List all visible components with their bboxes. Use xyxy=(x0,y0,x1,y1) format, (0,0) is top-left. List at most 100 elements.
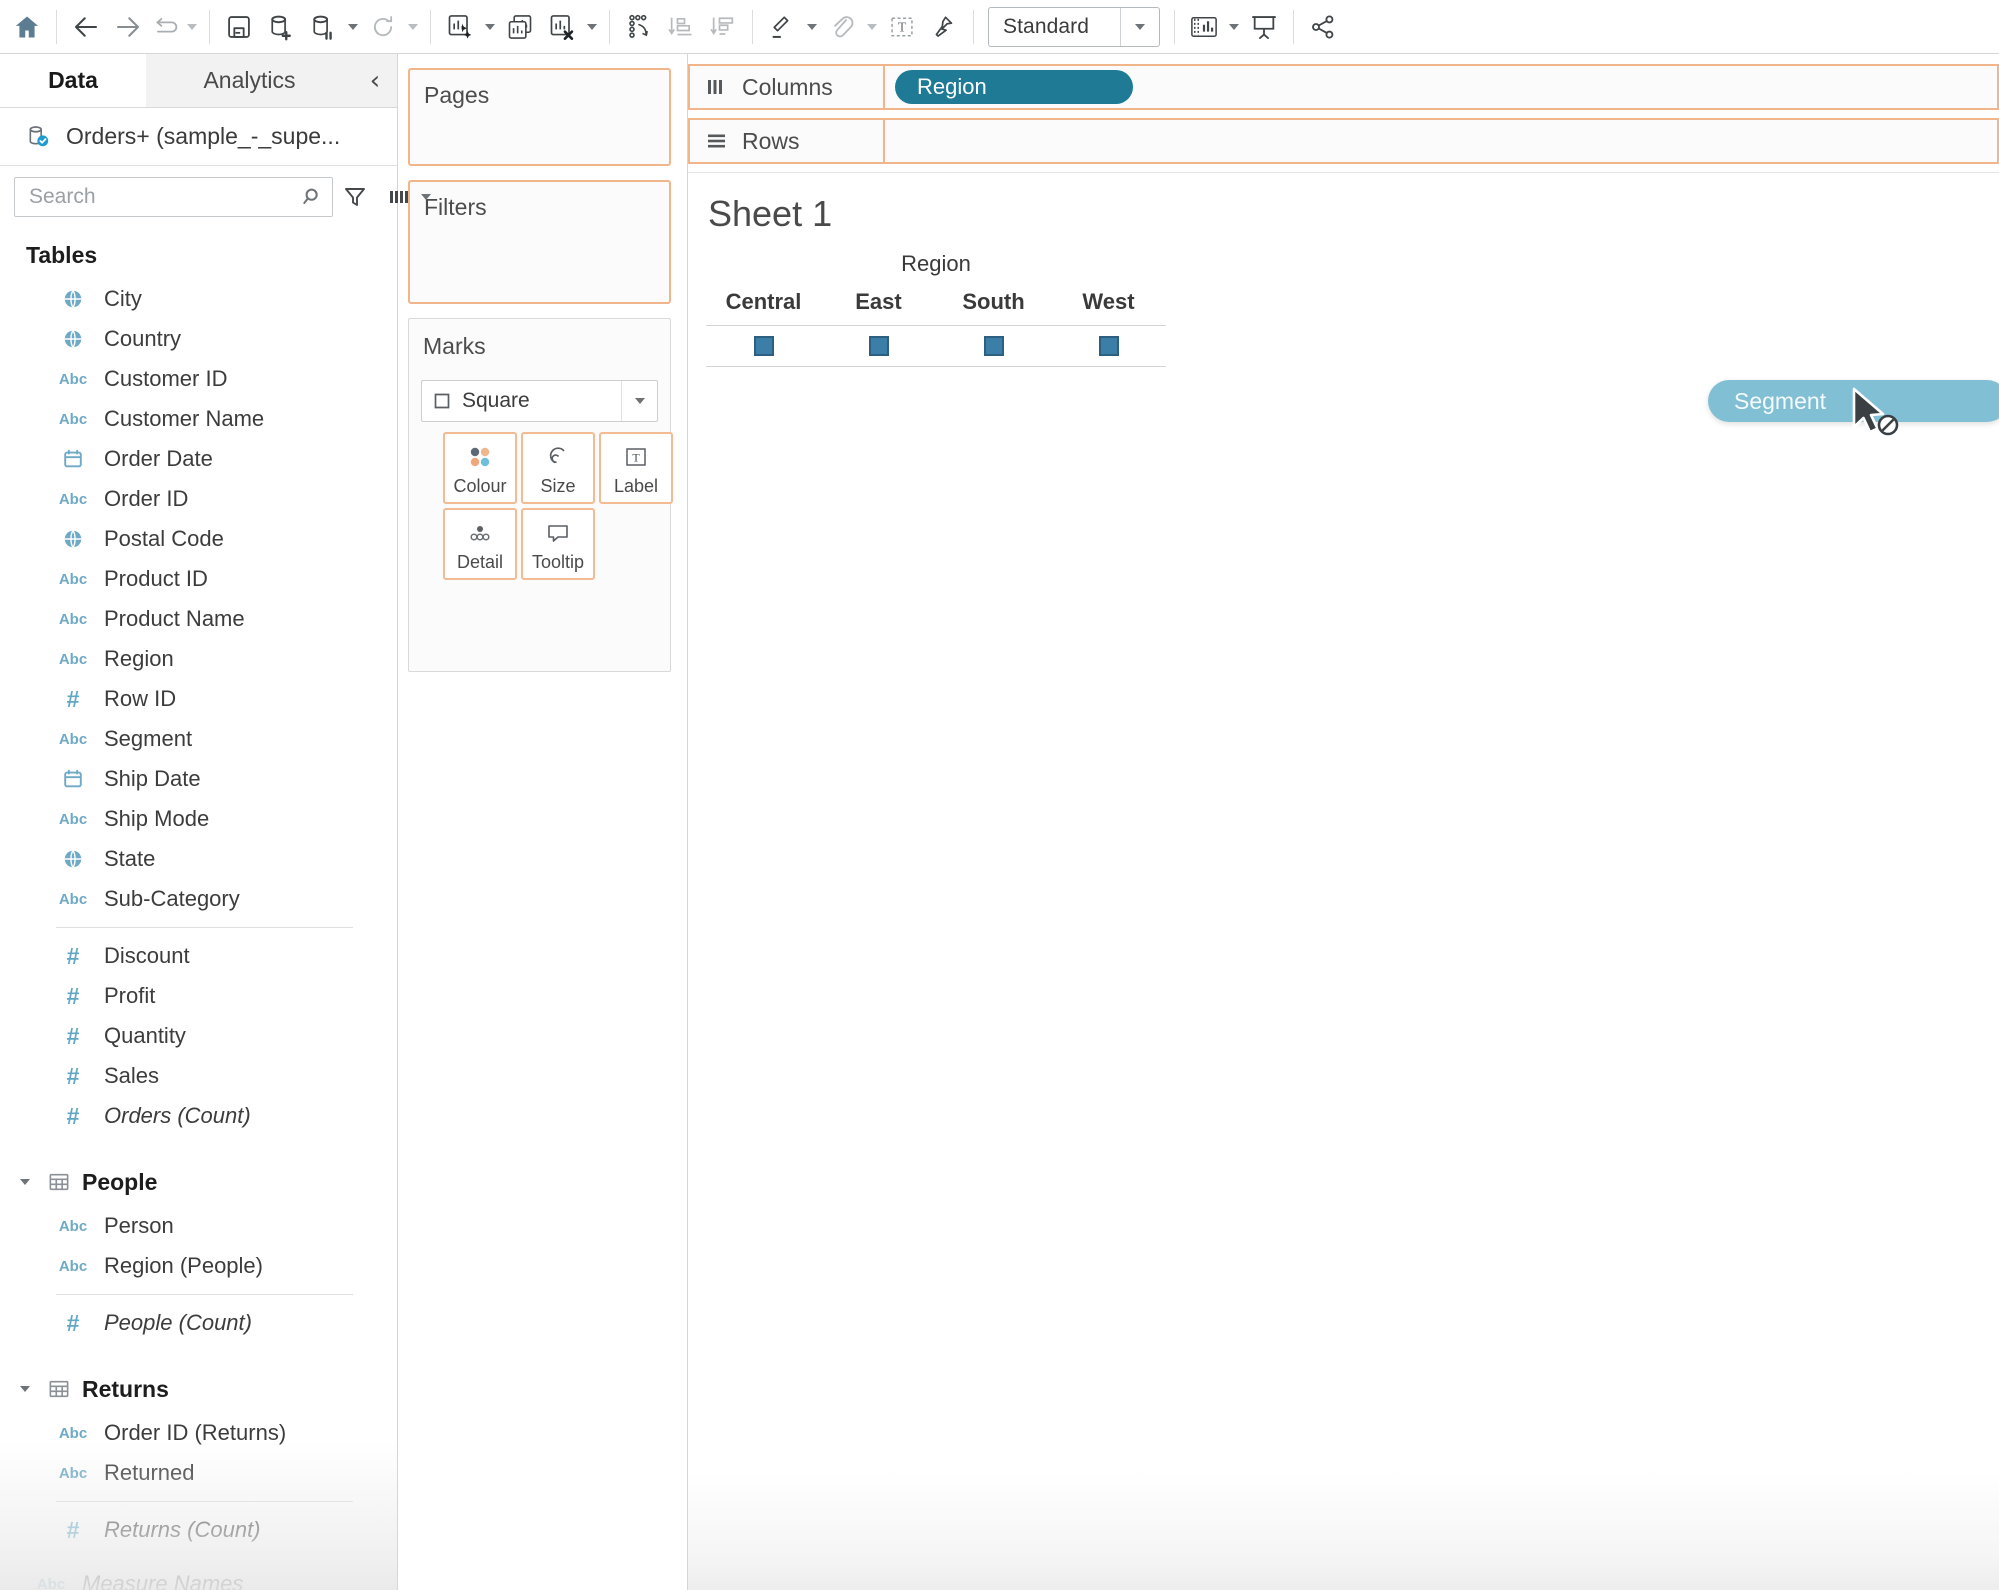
column-header[interactable]: South xyxy=(936,289,1051,325)
mark-type-caret[interactable] xyxy=(621,381,657,421)
tooltip-button[interactable]: Tooltip xyxy=(521,508,595,580)
mark-cell[interactable] xyxy=(1051,336,1166,356)
worksheet-canvas[interactable]: Sheet 1 Region Central East South West S… xyxy=(688,172,1999,1590)
field-item[interactable]: Abc Order ID (Returns) xyxy=(0,1413,397,1453)
sort-ascending-icon[interactable] xyxy=(660,6,702,48)
field-item[interactable]: Postal Code xyxy=(0,519,397,559)
size-button[interactable]: Size xyxy=(521,432,595,504)
field-item[interactable]: Abc Customer Name xyxy=(0,399,397,439)
table-icon xyxy=(48,1172,70,1192)
show-mark-labels-icon[interactable]: T xyxy=(881,6,923,48)
abc-icon: Abc xyxy=(58,1217,88,1235)
undo-redo-icon[interactable] xyxy=(149,6,183,48)
back-arrow-icon[interactable] xyxy=(65,6,107,48)
group-dropdown-caret[interactable] xyxy=(863,6,881,48)
field-item[interactable]: State xyxy=(0,839,397,879)
sort-descending-icon[interactable] xyxy=(702,6,744,48)
column-header[interactable]: Central xyxy=(706,289,821,325)
pill-region[interactable]: Region xyxy=(895,70,1133,104)
mark-cell[interactable] xyxy=(706,336,821,356)
duplicate-sheet-icon[interactable] xyxy=(499,6,541,48)
pages-shelf[interactable]: Pages xyxy=(408,68,671,166)
viz-pane[interactable] xyxy=(706,325,1166,367)
label-button[interactable]: T Label xyxy=(599,432,673,504)
new-data-source-icon[interactable] xyxy=(260,6,302,48)
pause-data-source-icon[interactable] xyxy=(302,6,344,48)
fit-select-caret[interactable] xyxy=(1121,23,1159,30)
new-worksheet-icon[interactable] xyxy=(439,6,481,48)
save-icon[interactable] xyxy=(218,6,260,48)
chevron-down-icon[interactable] xyxy=(14,1179,36,1185)
search-input[interactable] xyxy=(27,184,302,210)
field-item[interactable]: # Row ID xyxy=(0,679,397,719)
share-icon[interactable] xyxy=(1302,6,1344,48)
field-item[interactable]: Abc Product Name xyxy=(0,599,397,639)
refresh-dropdown-caret[interactable] xyxy=(404,6,422,48)
field-item[interactable]: Abc Returned xyxy=(0,1453,397,1493)
field-item[interactable]: Abc Person xyxy=(0,1206,397,1246)
columns-shelf-drop[interactable]: Region xyxy=(883,64,1999,110)
show-me-dropdown-caret[interactable] xyxy=(1225,6,1243,48)
field-item[interactable]: Abc Order ID xyxy=(0,479,397,519)
swap-rows-columns-icon[interactable] xyxy=(618,6,660,48)
field-item[interactable]: Abc Sub-Category xyxy=(0,879,397,919)
tab-data[interactable]: Data xyxy=(0,54,146,107)
clear-dropdown-caret[interactable] xyxy=(583,6,601,48)
field-item[interactable]: Abc Region xyxy=(0,639,397,679)
field-item[interactable]: Abc Customer ID xyxy=(0,359,397,399)
square-mark[interactable] xyxy=(1098,336,1119,356)
table-group-people[interactable]: People xyxy=(0,1158,397,1206)
fit-select[interactable]: Standard xyxy=(988,6,1160,47)
mark-type-select[interactable]: Square xyxy=(421,380,658,422)
field-item[interactable]: # Quantity xyxy=(0,1016,397,1056)
field-item[interactable]: # People (Count) xyxy=(0,1303,397,1343)
filters-shelf[interactable]: Filters xyxy=(408,180,671,304)
mark-cell[interactable] xyxy=(821,336,936,356)
square-mark[interactable] xyxy=(983,336,1004,356)
field-item[interactable]: # Sales xyxy=(0,1056,397,1096)
group-members-icon[interactable] xyxy=(821,6,863,48)
tab-analytics[interactable]: Analytics xyxy=(146,54,353,107)
fix-axes-icon[interactable] xyxy=(923,6,965,48)
refresh-data-source-icon[interactable] xyxy=(362,6,404,48)
table-group-returns[interactable]: Returns xyxy=(0,1365,397,1413)
field-item[interactable]: # Returns (Count) xyxy=(0,1510,397,1550)
chevron-down-icon[interactable] xyxy=(14,1386,36,1392)
show-me-icon[interactable] xyxy=(1183,6,1225,48)
mark-cell[interactable] xyxy=(936,336,1051,356)
pause-dropdown-caret[interactable] xyxy=(344,6,362,48)
forward-arrow-icon[interactable] xyxy=(107,6,149,48)
clear-sheet-icon[interactable] xyxy=(541,6,583,48)
new-sheet-dropdown-caret[interactable] xyxy=(481,6,499,48)
colour-button[interactable]: Colour xyxy=(443,432,517,504)
square-mark[interactable] xyxy=(753,336,774,356)
search-input-wrap[interactable] xyxy=(14,177,333,217)
field-item[interactable]: # Discount xyxy=(0,936,397,976)
redo-dropdown-caret[interactable] xyxy=(183,6,201,48)
highlight-icon[interactable] xyxy=(761,6,803,48)
column-header[interactable]: East xyxy=(821,289,936,325)
field-item[interactable]: Abc Ship Mode xyxy=(0,799,397,839)
home-icon[interactable] xyxy=(6,6,48,48)
field-item[interactable]: # Orders (Count) xyxy=(0,1096,397,1136)
field-item-measure-names[interactable]: Abc Measure Names xyxy=(0,1564,397,1590)
field-item[interactable]: City xyxy=(0,279,397,319)
field-item[interactable]: Abc Segment xyxy=(0,719,397,759)
detail-button[interactable]: Detail xyxy=(443,508,517,580)
column-header[interactable]: West xyxy=(1051,289,1166,325)
field-item[interactable]: Abc Product ID xyxy=(0,559,397,599)
field-item[interactable]: Order Date xyxy=(0,439,397,479)
highlight-dropdown-caret[interactable] xyxy=(803,6,821,48)
field-item[interactable]: Country xyxy=(0,319,397,359)
chevron-left-icon[interactable]: ‹ xyxy=(353,54,397,107)
chevron-down-icon[interactable] xyxy=(421,194,431,200)
presentation-mode-icon[interactable] xyxy=(1243,6,1285,48)
group-by-icon[interactable] xyxy=(387,185,411,209)
datasource-row[interactable]: Orders+ (sample_-_supe... xyxy=(0,108,397,166)
rows-shelf-drop[interactable] xyxy=(883,118,1999,164)
filter-icon[interactable] xyxy=(343,185,367,209)
field-item[interactable]: # Profit xyxy=(0,976,397,1016)
field-item[interactable]: Ship Date xyxy=(0,759,397,799)
field-item[interactable]: Abc Region (People) xyxy=(0,1246,397,1286)
square-mark[interactable] xyxy=(868,336,889,356)
